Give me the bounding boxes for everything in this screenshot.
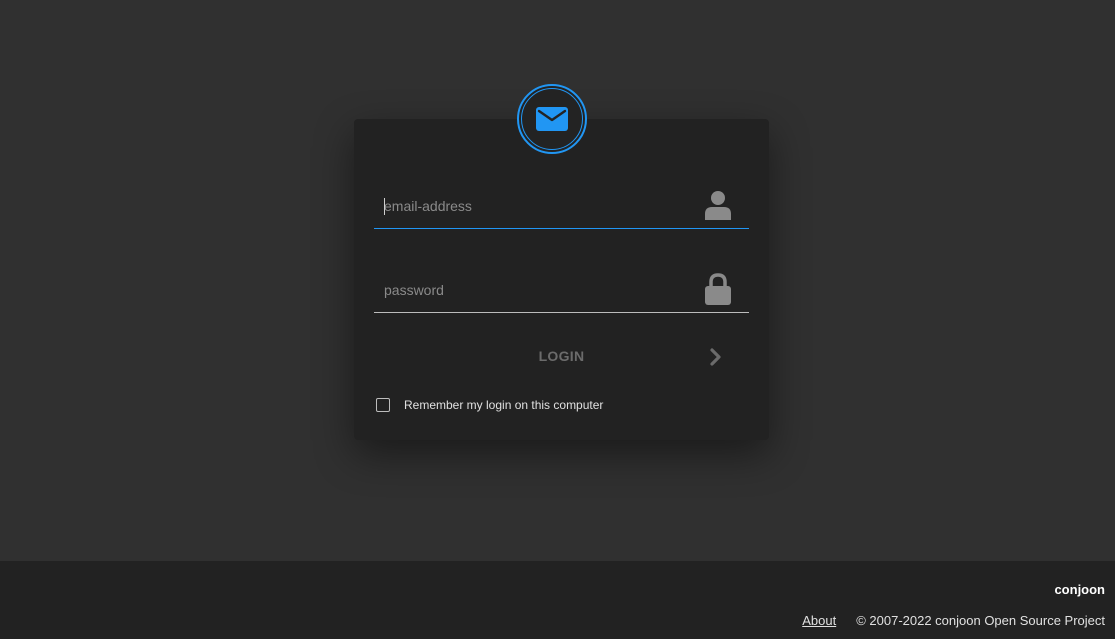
login-page: LOGIN Remember my login on this computer… <box>0 0 1115 639</box>
footer: conjoon About © 2007-2022 conjoon Open S… <box>0 561 1115 639</box>
remember-me: Remember my login on this computer <box>376 397 603 413</box>
app-logo <box>517 84 587 154</box>
footer-brand: conjoon <box>1054 582 1105 597</box>
text-caret <box>384 198 385 215</box>
login-button-label: LOGIN <box>538 348 585 364</box>
login-button[interactable]: LOGIN <box>374 337 749 377</box>
copyright-text: © 2007-2022 conjoon Open Source Project <box>856 613 1105 628</box>
password-field[interactable] <box>384 278 684 302</box>
user-icon <box>703 188 733 222</box>
remember-me-checkbox[interactable] <box>376 398 390 412</box>
email-field-container <box>374 184 749 229</box>
chevron-right-icon <box>709 348 723 366</box>
logo-ring <box>521 88 583 150</box>
lock-icon <box>703 272 733 306</box>
email-field[interactable] <box>384 194 684 218</box>
envelope-icon <box>536 107 568 131</box>
about-link[interactable]: About <box>802 613 836 628</box>
remember-me-label[interactable]: Remember my login on this computer <box>404 398 603 412</box>
password-field-container <box>374 268 749 313</box>
footer-links: About © 2007-2022 conjoon Open Source Pr… <box>802 613 1105 628</box>
